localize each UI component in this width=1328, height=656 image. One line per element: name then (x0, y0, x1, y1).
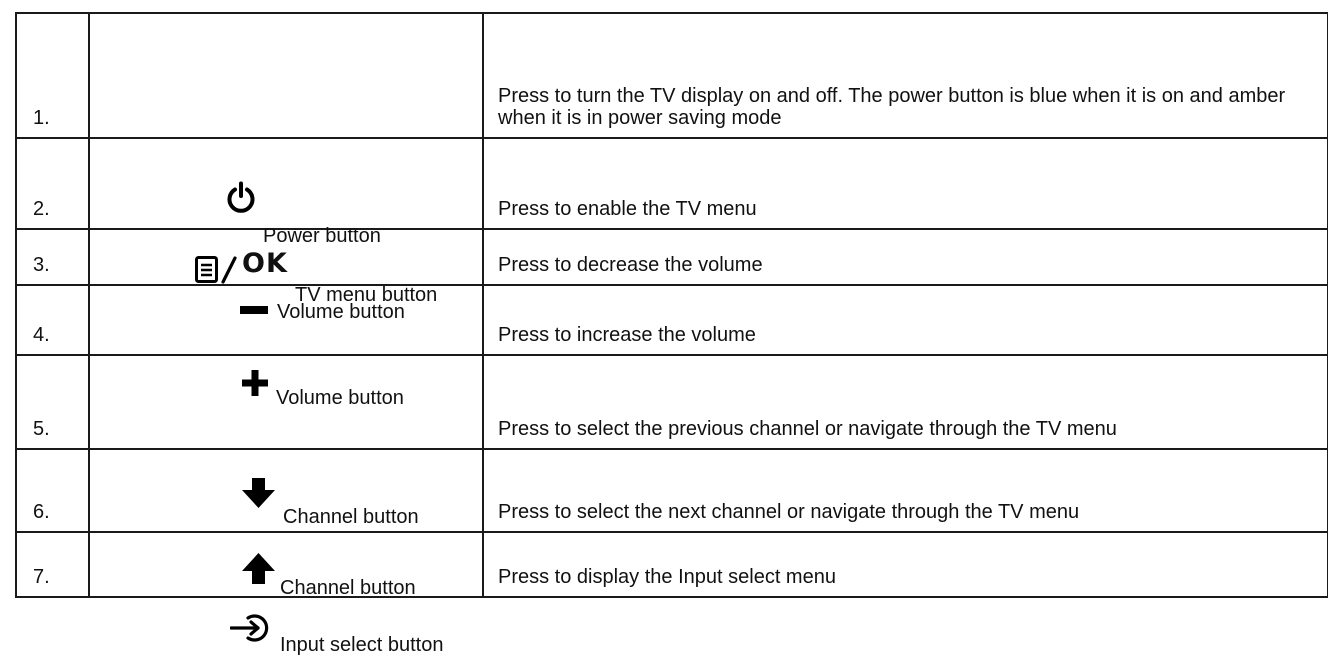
control-cell: Channel button (88, 354, 484, 528)
control-cell: Channel button (88, 448, 484, 599)
table-row: 7. Input select button Press to display … (15, 531, 1328, 656)
row-number: 5. (15, 354, 90, 450)
description-text: Press to enable the TV menu (498, 198, 757, 220)
row-description: Press to enable the TV menu (482, 137, 1328, 230)
control-cell: OK TV menu button (88, 137, 484, 306)
control-cell: Volume button (88, 228, 484, 323)
description-text: Press to turn the TV display on and off.… (498, 85, 1286, 129)
table-row: 2. OK TV menu button Press to enable the… (15, 137, 1328, 306)
control-cell: Volume button (88, 284, 484, 409)
row-number: 3. (15, 228, 90, 286)
control-cell: Input select button (88, 531, 484, 656)
description-text: Press to display the Input select menu (498, 566, 836, 588)
row-number: 7. (15, 531, 90, 598)
table-row: 1. Power button Press to turn the TV dis… (15, 12, 1328, 247)
row-description: Press to display the Input select menu (482, 531, 1328, 598)
control-cell: Power button (88, 12, 484, 247)
row-number: 6. (15, 448, 90, 533)
description-text: Press to select the previous channel or … (498, 418, 1117, 440)
table-row: 5. Channel button Press to select the pr… (15, 354, 1328, 528)
row-description: Press to select the next channel or navi… (482, 448, 1328, 533)
input-select-icon (230, 614, 269, 642)
description-text: Press to select the next channel or navi… (498, 501, 1080, 523)
description-text: Press to increase the volume (498, 324, 756, 346)
table-row: 4. Volume button Press to increase the v… (15, 284, 1328, 409)
description-text: Press to decrease the volume (498, 254, 763, 276)
table-row: 6. Channel button Press to select the ne… (15, 448, 1328, 599)
row-description: Press to turn the TV display on and off.… (482, 12, 1328, 139)
button-table: 1. Power button Press to turn the TV dis… (15, 12, 1328, 656)
row-description: Press to select the previous channel or … (482, 354, 1328, 450)
row-number: 2. (15, 137, 90, 230)
row-description: Press to decrease the volume (482, 228, 1328, 286)
row-number: 4. (15, 284, 90, 356)
row-description: Press to increase the volume (482, 284, 1328, 356)
row-number: 1. (15, 12, 90, 139)
control-label: Input select button (280, 634, 444, 656)
table-row: 3. Volume button Press to decrease the v… (15, 228, 1328, 323)
